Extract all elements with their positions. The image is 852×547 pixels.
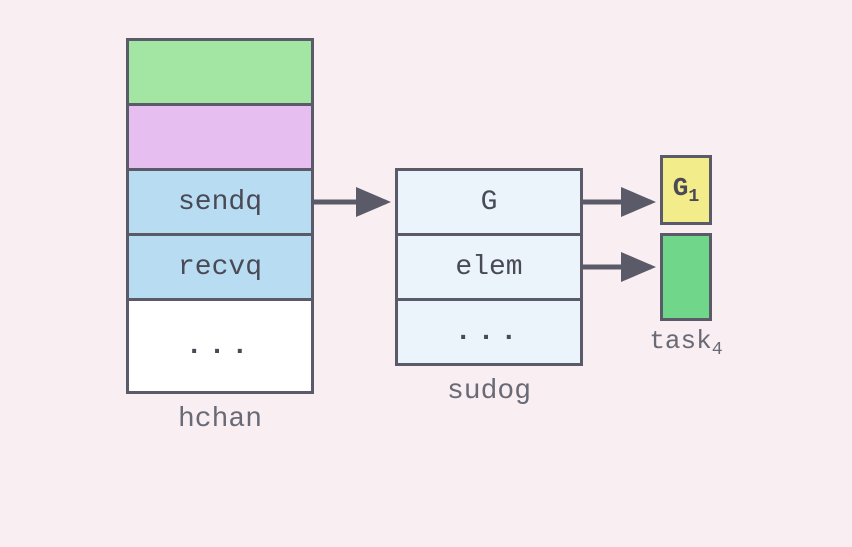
hchan-cell-dots: ... xyxy=(126,298,314,394)
target-task-box xyxy=(660,233,712,321)
hchan-cell-sendq: sendq xyxy=(126,168,314,236)
sudog-cell-elem: elem xyxy=(395,233,583,301)
g1-main: G xyxy=(673,173,689,203)
arrow-sendq-to-sudog xyxy=(314,186,396,218)
sudog-elem-text: elem xyxy=(455,252,522,283)
target-g-box: G1 xyxy=(660,155,712,225)
hchan-cell-recvq: recvq xyxy=(126,233,314,301)
hchan-label: hchan xyxy=(126,404,314,435)
recvq-text: recvq xyxy=(178,252,262,283)
sudog-cell-g: G xyxy=(395,168,583,236)
sudog-cell-dots: ... xyxy=(395,298,583,366)
arrow-g-to-g1 xyxy=(583,186,661,218)
g1-sub: 1 xyxy=(688,187,699,207)
arrow-elem-to-task xyxy=(583,251,661,283)
sendq-text: sendq xyxy=(178,187,262,218)
sudog-dots-text: ... xyxy=(455,317,523,348)
hchan-dots-text: ... xyxy=(186,331,254,362)
task-sub: 4 xyxy=(712,340,723,360)
sudog-g-text: G xyxy=(481,187,498,218)
hchan-cell-empty-purple xyxy=(126,103,314,171)
task-label: task4 xyxy=(632,326,740,360)
task-main: task xyxy=(649,326,711,356)
sudog-label: sudog xyxy=(395,376,583,407)
g1-label: G1 xyxy=(673,173,700,207)
hchan-cell-empty-green xyxy=(126,38,314,106)
